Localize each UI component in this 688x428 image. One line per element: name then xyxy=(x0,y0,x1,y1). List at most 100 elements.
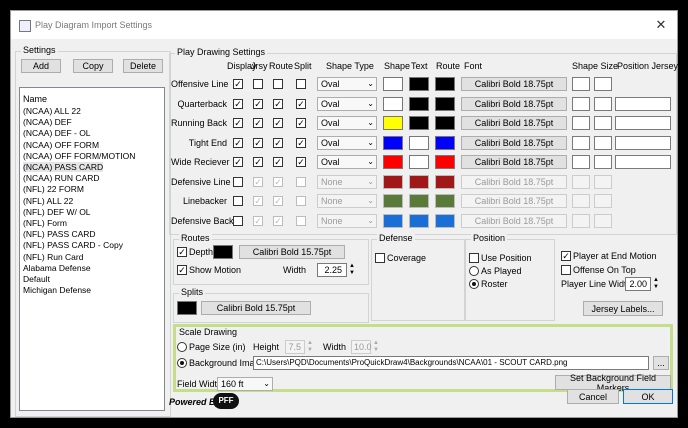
shape-size-input[interactable] xyxy=(572,135,590,150)
shape-size-input-2[interactable] xyxy=(594,155,612,169)
list-item[interactable]: Alabama Defense xyxy=(23,263,91,273)
position-jerseys-input[interactable] xyxy=(615,116,671,130)
shape-color-swatch[interactable] xyxy=(383,116,403,130)
split-checkbox[interactable] xyxy=(296,196,306,206)
route-checkbox[interactable] xyxy=(273,79,283,89)
route-font-button[interactable]: Calibri Bold 15.75pt xyxy=(239,245,345,259)
shape-color-swatch[interactable] xyxy=(383,155,403,169)
shape-size-input-2[interactable] xyxy=(594,135,612,150)
text-color-swatch[interactable] xyxy=(409,96,429,111)
split-checkbox[interactable]: ✓ xyxy=(296,157,306,167)
font-button[interactable]: Calibri Bold 18.75pt xyxy=(461,116,567,130)
display-checkbox[interactable] xyxy=(233,215,243,226)
shape-type-select[interactable]: Oval ⌄ xyxy=(317,77,377,91)
shape-type-select[interactable]: Oval ⌄ xyxy=(317,96,377,111)
list-item[interactable]: (NCAA) PASS CARD xyxy=(23,162,104,172)
split-checkbox[interactable]: ✓ xyxy=(296,118,306,128)
list-item[interactable]: (NFL) Form xyxy=(23,218,67,228)
shape-size-input-2[interactable] xyxy=(594,77,612,91)
route-width-input[interactable]: 2.25 xyxy=(317,263,347,277)
line-width-spinner-icon[interactable]: ▲ ▼ xyxy=(653,277,659,291)
shape-size-input-2[interactable] xyxy=(594,194,612,208)
display-checkbox[interactable]: ✓ xyxy=(233,118,243,128)
jrsy-checkbox[interactable]: ✓ xyxy=(253,118,263,128)
split-checkbox[interactable]: ✓ xyxy=(296,98,306,109)
display-checkbox[interactable]: ✓ xyxy=(233,137,243,148)
display-checkbox[interactable]: ✓ xyxy=(233,98,243,109)
shape-size-input[interactable] xyxy=(572,174,590,189)
split-checkbox[interactable]: ✓ xyxy=(296,137,306,148)
shape-size-input[interactable] xyxy=(572,194,590,208)
settings-list[interactable]: Name (NCAA) ALL 22 (NCAA) DEF (NCAA) DEF -… xyxy=(19,87,165,411)
route-color-swatch[interactable] xyxy=(213,245,233,259)
shape-color-swatch[interactable] xyxy=(383,77,403,91)
set-field-markers-button[interactable]: Set Background Field Markers xyxy=(555,373,671,393)
route-checkbox[interactable]: ✓ xyxy=(273,157,283,167)
shape-type-select[interactable]: None ⌄ xyxy=(317,194,377,208)
route-color-swatch[interactable] xyxy=(435,77,455,91)
font-button[interactable]: Calibri Bold 18.75pt xyxy=(461,135,567,150)
shape-size-input-2[interactable] xyxy=(594,213,612,228)
background-path-input[interactable]: C:\Users\PQD\Documents\ProQuickDraw4\Bac… xyxy=(253,356,649,370)
close-icon[interactable]: ✕ xyxy=(651,15,671,35)
jrsy-checkbox[interactable]: ✓ xyxy=(253,176,263,187)
roster-radio[interactable] xyxy=(469,279,479,289)
split-checkbox[interactable] xyxy=(296,215,306,226)
list-item[interactable]: (NFL) 22 FORM xyxy=(23,184,84,194)
jrsy-checkbox[interactable]: ✓ xyxy=(253,215,263,226)
ok-button[interactable]: OK xyxy=(623,389,673,404)
shape-size-input-2[interactable] xyxy=(594,96,612,111)
height-input[interactable]: 7.5 xyxy=(285,340,305,354)
route-color-swatch[interactable] xyxy=(435,116,455,130)
jrsy-checkbox[interactable]: ✓ xyxy=(253,137,263,148)
show-motion-checkbox[interactable]: ✓ xyxy=(177,265,187,275)
route-checkbox[interactable]: ✓ xyxy=(273,98,283,109)
coverage-checkbox[interactable] xyxy=(375,253,385,263)
position-jerseys-input[interactable] xyxy=(615,96,671,111)
text-color-swatch[interactable] xyxy=(409,155,429,169)
route-checkbox[interactable]: ✓ xyxy=(273,215,283,226)
text-color-swatch[interactable] xyxy=(409,135,429,150)
route-color-swatch[interactable] xyxy=(435,174,455,189)
split-checkbox[interactable] xyxy=(296,176,306,187)
cancel-button[interactable]: Cancel xyxy=(567,389,619,404)
shape-size-input[interactable] xyxy=(572,155,590,169)
display-checkbox[interactable] xyxy=(233,196,243,206)
shape-color-swatch[interactable] xyxy=(383,213,403,228)
as-played-radio[interactable] xyxy=(469,266,479,276)
delete-button[interactable]: Delete xyxy=(123,59,163,73)
display-checkbox[interactable] xyxy=(233,176,243,187)
text-color-swatch[interactable] xyxy=(409,174,429,189)
jrsy-checkbox[interactable] xyxy=(253,79,263,89)
split-color-swatch[interactable] xyxy=(177,301,197,315)
page-size-radio[interactable] xyxy=(177,342,187,352)
list-item[interactable]: Default xyxy=(23,274,50,284)
route-checkbox[interactable]: ✓ xyxy=(273,176,283,187)
list-item[interactable]: (NCAA) RUN CARD xyxy=(23,173,100,183)
shape-size-input[interactable] xyxy=(572,96,590,111)
list-item[interactable]: (NFL) DEF W/ OL xyxy=(23,207,91,217)
field-width-select[interactable]: 160 ft ⌄ xyxy=(217,377,273,391)
shape-color-swatch[interactable] xyxy=(383,135,403,150)
shape-type-select[interactable]: None ⌄ xyxy=(317,174,377,189)
font-button[interactable]: Calibri Bold 18.75pt xyxy=(461,213,567,228)
shape-size-input[interactable] xyxy=(572,213,590,228)
list-item[interactable]: (NFL) ALL 22 xyxy=(23,196,73,206)
width-input[interactable]: 10.0 xyxy=(351,340,372,354)
route-color-swatch[interactable] xyxy=(435,155,455,169)
use-position-checkbox[interactable] xyxy=(469,253,479,263)
background-image-radio[interactable] xyxy=(177,358,187,368)
list-item[interactable]: (NFL) Run Card xyxy=(23,252,83,262)
list-item[interactable]: (NCAA) ALL 22 xyxy=(23,106,81,116)
text-color-swatch[interactable] xyxy=(409,213,429,228)
split-font-button[interactable]: Calibri Bold 15.75pt xyxy=(201,301,311,315)
jrsy-checkbox[interactable]: ✓ xyxy=(253,196,263,206)
split-checkbox[interactable] xyxy=(296,79,306,89)
list-item[interactable]: (NCAA) DEF xyxy=(23,117,72,127)
shape-color-swatch[interactable] xyxy=(383,174,403,189)
list-item[interactable]: (NFL) PASS CARD xyxy=(23,229,96,239)
copy-button[interactable]: Copy xyxy=(73,59,113,73)
shape-size-input-2[interactable] xyxy=(594,116,612,130)
route-color-swatch[interactable] xyxy=(435,213,455,228)
display-checkbox[interactable]: ✓ xyxy=(233,79,243,89)
